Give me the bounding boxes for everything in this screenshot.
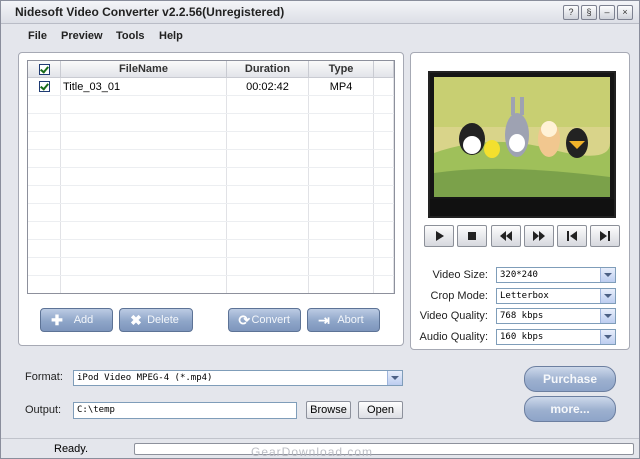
- app-window: Nidesoft Video Converter v2.2.56(Unregis…: [0, 0, 640, 459]
- delete-icon: ✖: [130, 312, 142, 328]
- menu-file[interactable]: File: [28, 30, 47, 42]
- row-filename: Title_03_01: [60, 77, 227, 96]
- row-checkbox[interactable]: [38, 81, 50, 93]
- chevron-down-icon: [600, 268, 615, 282]
- video-quality-select[interactable]: 768 kbps: [496, 308, 616, 324]
- audio-quality-label: Audio Quality:: [419, 331, 488, 343]
- play-icon: [436, 231, 444, 241]
- video-frame-image: [430, 73, 614, 216]
- chevron-down-icon: [600, 289, 615, 303]
- video-size-label: Video Size:: [432, 269, 488, 281]
- column-type[interactable]: Type: [308, 61, 374, 78]
- fast-forward-button[interactable]: [524, 225, 554, 247]
- row-type: MP4: [308, 77, 374, 96]
- row-duration: 00:02:42: [226, 77, 309, 96]
- stop-button[interactable]: [457, 225, 487, 247]
- output-label: Output:: [25, 404, 62, 416]
- status-text: Ready.: [54, 443, 89, 455]
- progress-bar: [134, 443, 634, 455]
- add-button[interactable]: ✚ Add: [40, 308, 113, 332]
- play-button[interactable]: [424, 225, 454, 247]
- chevron-down-icon: [600, 309, 615, 323]
- column-filename[interactable]: FileName: [60, 61, 227, 78]
- fast-forward-icon: [533, 231, 545, 241]
- crop-mode-label: Crop Mode:: [430, 290, 488, 302]
- rewind-icon: [500, 231, 512, 241]
- minimize-button[interactable]: –: [599, 5, 615, 20]
- abort-icon: ⇥: [318, 312, 330, 328]
- previous-button[interactable]: [557, 225, 587, 247]
- watermark-text: GearDownload.com: [251, 445, 374, 459]
- next-button[interactable]: [590, 225, 620, 247]
- open-button[interactable]: Open: [358, 401, 403, 419]
- menu-tools[interactable]: Tools: [116, 30, 145, 42]
- audio-quality-select[interactable]: 160 kbps: [496, 329, 616, 345]
- purchase-button[interactable]: Purchase: [524, 366, 616, 392]
- video-size-select[interactable]: 320*240: [496, 267, 616, 283]
- output-path-field[interactable]: C:\temp: [73, 402, 297, 419]
- chevron-down-icon: [387, 371, 402, 385]
- abort-button[interactable]: ⇥ Abort: [307, 308, 380, 332]
- column-filler: [373, 61, 394, 78]
- delete-button[interactable]: ✖ Delete: [119, 308, 193, 332]
- video-quality-label: Video Quality:: [419, 310, 488, 322]
- stop-icon: [468, 232, 476, 240]
- column-duration[interactable]: Duration: [226, 61, 309, 78]
- table-row[interactable]: Title_03_01 00:02:42 MP4: [28, 77, 394, 96]
- select-all-checkbox[interactable]: [38, 63, 50, 75]
- rewind-button[interactable]: [491, 225, 521, 247]
- settings-window-button[interactable]: §: [581, 5, 597, 20]
- format-select[interactable]: iPod Video MPEG-4 (*.mp4): [73, 370, 403, 386]
- select-all-header[interactable]: [28, 61, 61, 78]
- video-preview: [428, 71, 616, 218]
- convert-icon: ⟳: [238, 312, 251, 328]
- file-list[interactable]: FileName Duration Type Title_03_01 00:02…: [27, 60, 395, 294]
- more-button[interactable]: more...: [524, 396, 616, 422]
- browse-button[interactable]: Browse: [306, 401, 351, 419]
- menu-bar: File Preview Tools Help: [1, 25, 639, 47]
- close-button[interactable]: ×: [617, 5, 633, 20]
- title-bar: Nidesoft Video Converter v2.2.56(Unregis…: [1, 1, 639, 24]
- help-window-button[interactable]: ?: [563, 5, 579, 20]
- convert-button[interactable]: ⟳ Convert: [228, 308, 301, 332]
- format-label: Format:: [25, 371, 63, 383]
- window-title: Nidesoft Video Converter v2.2.56(Unregis…: [15, 5, 285, 19]
- plus-icon: ✚: [51, 312, 63, 328]
- crop-mode-select[interactable]: Letterbox: [496, 288, 616, 304]
- menu-preview[interactable]: Preview: [61, 30, 103, 42]
- menu-help[interactable]: Help: [159, 30, 183, 42]
- skip-back-icon: [567, 231, 577, 241]
- chevron-down-icon: [600, 330, 615, 344]
- skip-forward-icon: [600, 231, 610, 241]
